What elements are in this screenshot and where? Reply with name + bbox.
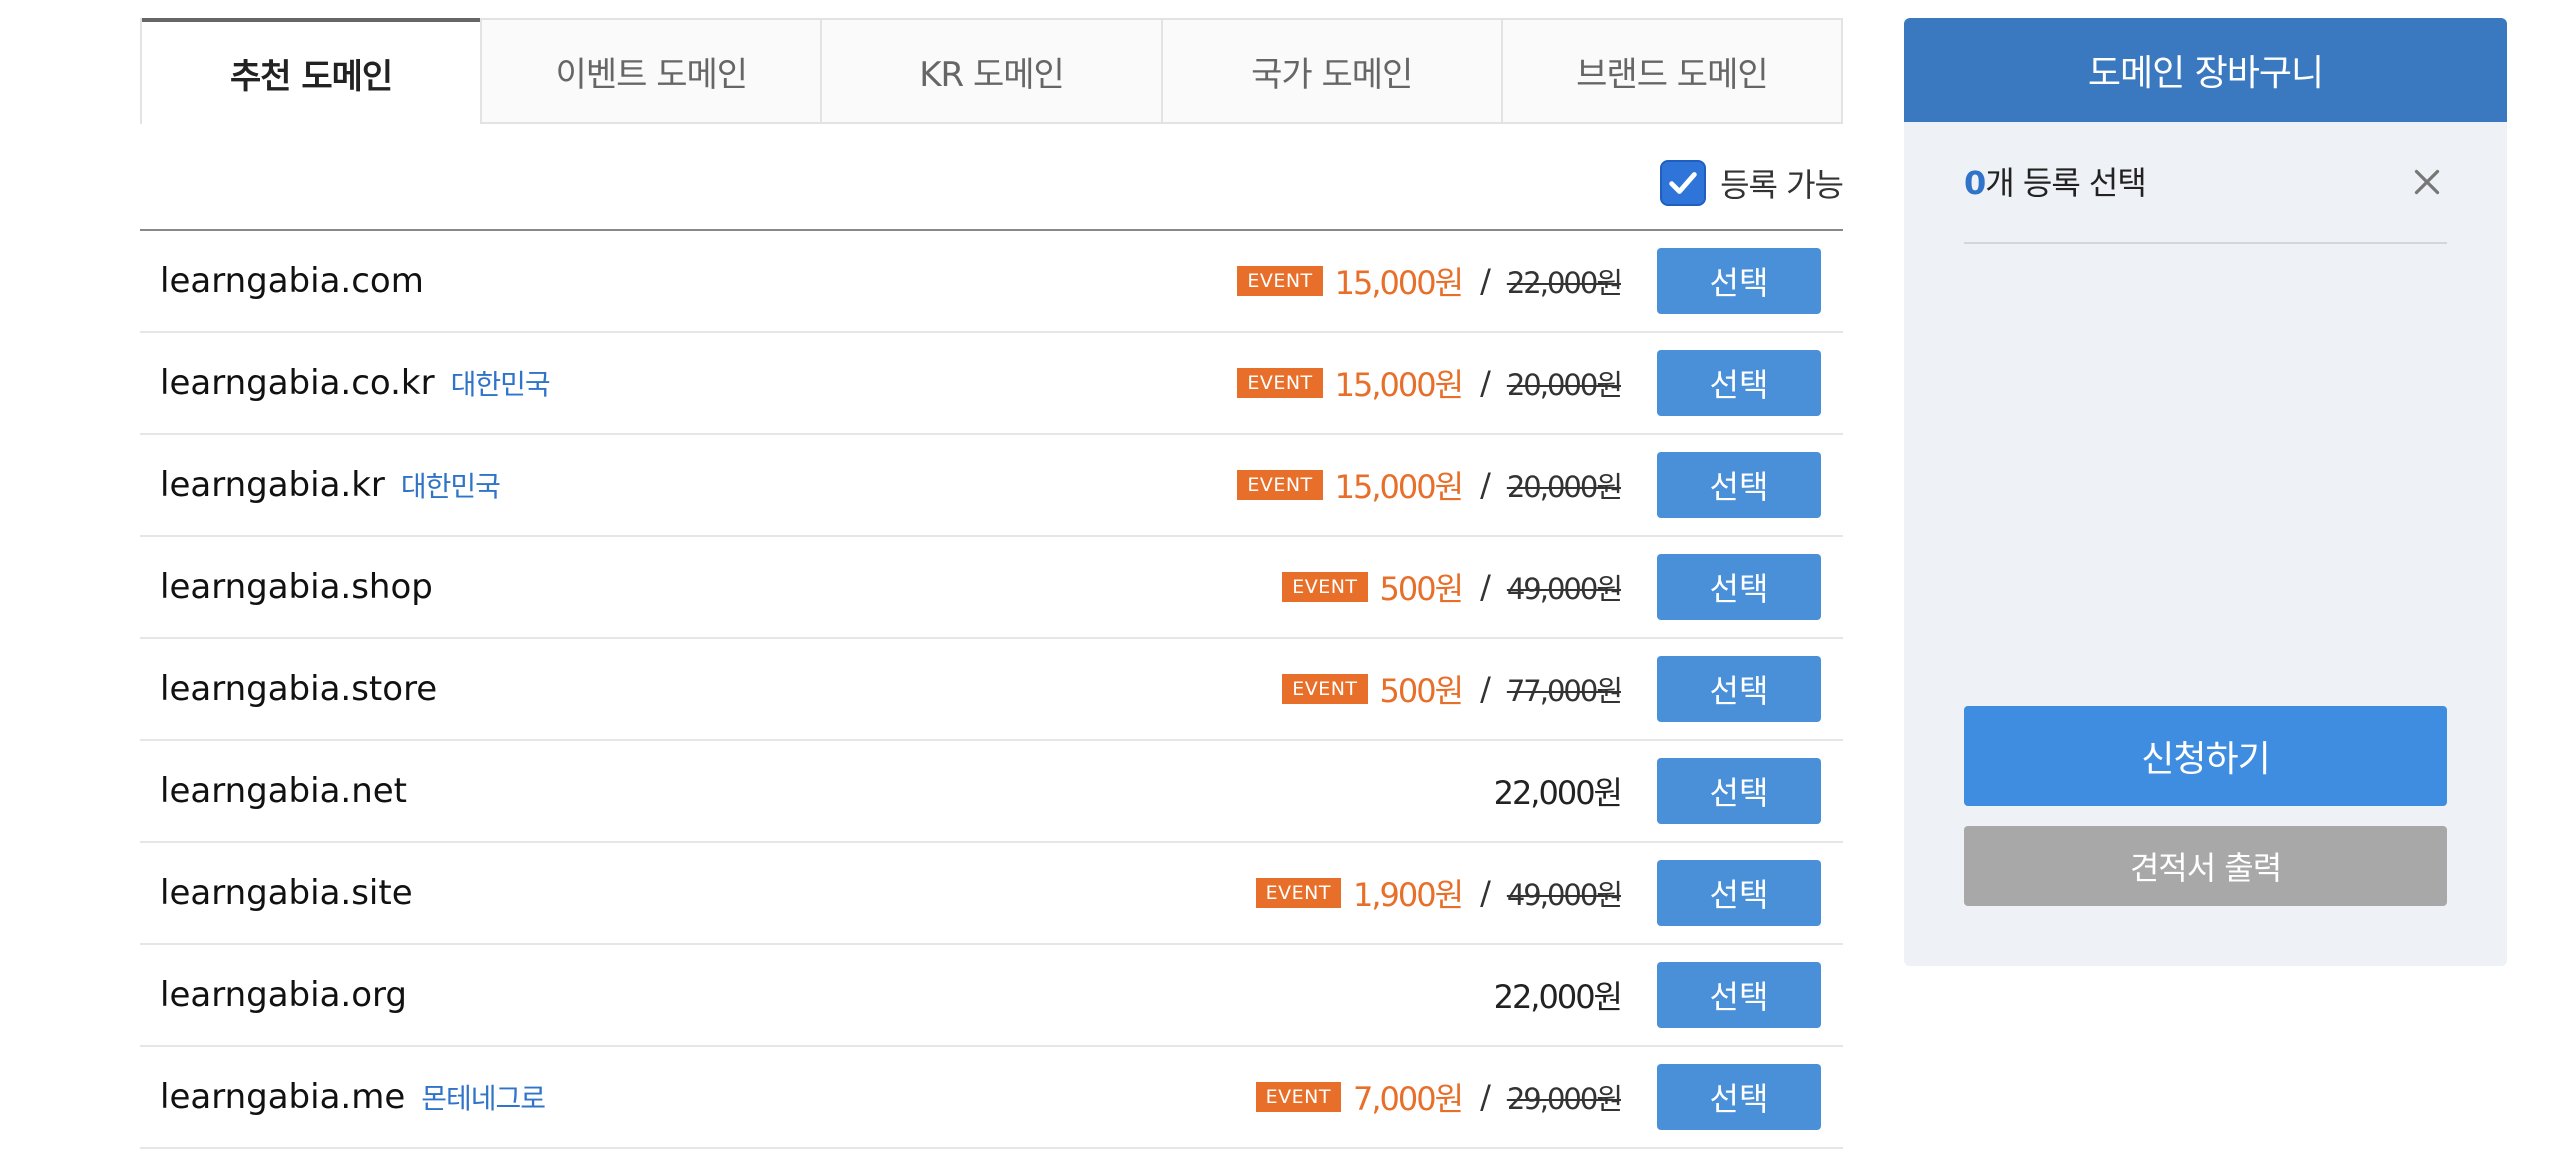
sale-price: 15,000원 xyxy=(1334,468,1464,506)
domain-cart: 도메인 장바구니 0개 등록 선택 신청하기 견적서 출력 xyxy=(1904,18,2507,966)
domain-price: EVENT 7,000원 / 29,000원 xyxy=(1255,1074,1623,1120)
domain-name-cell: learngabia.net xyxy=(160,771,407,811)
table-row: learngabia.co.kr 대한민국 EVENT 15,000원 / 20,000원… xyxy=(140,333,1843,435)
domain-price: EVENT 15,000원 / 20,000원 xyxy=(1237,462,1623,508)
domain-country: 대한민국 xyxy=(450,368,551,401)
event-badge: EVENT xyxy=(1237,368,1323,398)
select-domain-button[interactable]: 선택 xyxy=(1657,656,1821,722)
domain-category-tabs: 추천 도메인 이벤트 도메인 KR 도메인 국가 도메인 브랜드 도메인 xyxy=(140,18,1843,124)
select-domain-button[interactable]: 선택 xyxy=(1657,758,1821,824)
domain-price: 22,000원 xyxy=(1493,768,1623,814)
price-separator: / xyxy=(1480,670,1491,708)
cart-count: 0개 등록 선택 xyxy=(1964,158,2147,204)
domain-name-cell: learngabia.com xyxy=(160,261,424,301)
domain-search-page: 추천 도메인 이벤트 도메인 KR 도메인 국가 도메인 브랜드 도메인 등록 … xyxy=(0,0,2554,1149)
original-price: 20,000원 xyxy=(1506,368,1623,402)
price-separator: / xyxy=(1480,364,1491,402)
event-badge: EVENT xyxy=(1282,572,1368,602)
sale-price: 15,000원 xyxy=(1334,366,1464,404)
apply-button[interactable]: 신청하기 xyxy=(1964,706,2447,806)
event-badge: EVENT xyxy=(1282,674,1368,704)
table-row: learngabia.org 22,000원 선택 xyxy=(140,945,1843,1047)
sale-price: 15,000원 xyxy=(1334,264,1464,302)
select-domain-button[interactable]: 선택 xyxy=(1657,962,1821,1028)
domain-name: learngabia.com xyxy=(160,261,424,301)
event-badge: EVENT xyxy=(1255,1082,1341,1112)
domain-name: learngabia.kr xyxy=(160,465,385,505)
tab-recommended[interactable]: 추천 도메인 xyxy=(142,18,481,124)
sale-price: 7,000원 xyxy=(1353,1080,1464,1118)
regular-price: 22,000원 xyxy=(1493,978,1623,1016)
domain-name: learngabia.net xyxy=(160,771,408,811)
cart-count-label: 개 등록 선택 xyxy=(1985,164,2147,202)
price-separator: / xyxy=(1480,568,1491,606)
domain-list: learngabia.com EVENT 15,000원/22,000원 선택 lear… xyxy=(140,229,1843,1149)
print-quote-button[interactable]: 견적서 출력 xyxy=(1964,826,2447,906)
regular-price: 22,000원 xyxy=(1493,774,1623,812)
original-price: 22,000원 xyxy=(1506,266,1623,300)
price-separator: / xyxy=(1480,1078,1491,1116)
cart-count-number: 0 xyxy=(1964,164,1986,202)
select-domain-button[interactable]: 선택 xyxy=(1657,350,1821,416)
domain-price: EVENT 500원 / 49,000원 xyxy=(1282,564,1623,610)
select-domain-button[interactable]: 선택 xyxy=(1657,1064,1821,1130)
table-row: learngabia.shop EVENT 500원 / 49,000원 선택 xyxy=(140,537,1843,639)
price-separator: / xyxy=(1480,262,1491,300)
domain-price: EVENT 1,900원 / 49,000원 xyxy=(1255,870,1623,916)
select-domain-button[interactable]: 선택 xyxy=(1657,248,1821,314)
original-price: 49,000원 xyxy=(1506,572,1623,606)
original-price: 77,000원 xyxy=(1506,674,1623,708)
tab-country[interactable]: 국가 도메인 xyxy=(1160,20,1501,122)
cart-title: 도메인 장바구니 xyxy=(1904,18,2507,122)
domain-price: EVENT 15,000원 / 22,000원 xyxy=(1237,258,1623,304)
domain-name-cell: learngabia.store xyxy=(160,669,437,709)
original-price: 49,000원 xyxy=(1506,878,1623,912)
domain-name-cell: learngabia.co.kr 대한민국 xyxy=(160,363,551,403)
table-row: learngabia.kr 대한민국 EVENT 15,000원 / 20,000원 선택 xyxy=(140,435,1843,537)
domain-name-cell: learngabia.shop xyxy=(160,567,433,607)
domain-name-cell: learngabia.kr 대한민국 xyxy=(160,465,501,505)
domain-price: 22,000원 xyxy=(1493,972,1623,1018)
sale-price: 500원 xyxy=(1379,672,1465,710)
tab-kr[interactable]: KR 도메인 xyxy=(820,20,1160,122)
domain-name: learngabia.store xyxy=(160,669,438,709)
domain-name: learngabia.co.kr xyxy=(160,363,435,403)
domain-price: EVENT 15,000원 / 20,000원 xyxy=(1237,360,1623,406)
domain-name-cell: learngabia.site xyxy=(160,873,413,913)
select-domain-button[interactable]: 선택 xyxy=(1657,554,1821,620)
table-row: learngabia.me 몬테네그로 EVENT 7,000원 / 29,000원 선택 xyxy=(140,1047,1843,1149)
domain-name: learngabia.org xyxy=(160,975,407,1015)
tab-event[interactable]: 이벤트 도메인 xyxy=(480,20,820,122)
original-price: 20,000원 xyxy=(1506,470,1623,504)
select-domain-button[interactable]: 선택 xyxy=(1657,452,1821,518)
sale-price: 1,900원 xyxy=(1353,876,1464,914)
domain-name: learngabia.site xyxy=(160,873,413,913)
tab-brand[interactable]: 브랜드 도메인 xyxy=(1500,20,1841,122)
price-separator: / xyxy=(1480,466,1491,504)
event-badge: EVENT xyxy=(1255,878,1341,908)
sale-price: 500원 xyxy=(1379,570,1465,608)
available-checkbox[interactable] xyxy=(1660,160,1707,206)
domain-name-cell: learngabia.org xyxy=(160,975,407,1015)
table-row: learngabia.site EVENT 1,900원 / 49,000원 선택 xyxy=(140,843,1843,945)
event-badge: EVENT xyxy=(1237,470,1323,500)
check-icon xyxy=(1669,172,1697,194)
domain-name-cell: learngabia.me 몬테네그로 xyxy=(160,1077,546,1117)
available-filter: 등록 가능 xyxy=(1660,157,1844,209)
original-price: 29,000원 xyxy=(1506,1082,1623,1116)
table-row: learngabia.net 22,000원 선택 xyxy=(140,741,1843,843)
domain-country: 대한민국 xyxy=(400,470,501,503)
select-domain-button[interactable]: 선택 xyxy=(1657,860,1821,926)
cart-divider xyxy=(1964,242,2447,244)
price-separator: / xyxy=(1480,874,1491,912)
close-icon[interactable] xyxy=(2409,164,2445,200)
domain-price: EVENT 500원 / 77,000원 xyxy=(1282,666,1623,712)
event-badge: EVENT xyxy=(1237,266,1323,296)
domain-name: learngabia.me xyxy=(160,1077,406,1117)
table-row: learngabia.com EVENT 15,000원 / 22,000원 선택 xyxy=(140,231,1843,333)
domain-country: 몬테네그로 xyxy=(421,1082,546,1115)
available-filter-label: 등록 가능 xyxy=(1720,166,1844,204)
table-row: learngabia.store EVENT 500원 / 77,000원 선택 xyxy=(140,639,1843,741)
domain-name: learngabia.shop xyxy=(160,567,433,607)
